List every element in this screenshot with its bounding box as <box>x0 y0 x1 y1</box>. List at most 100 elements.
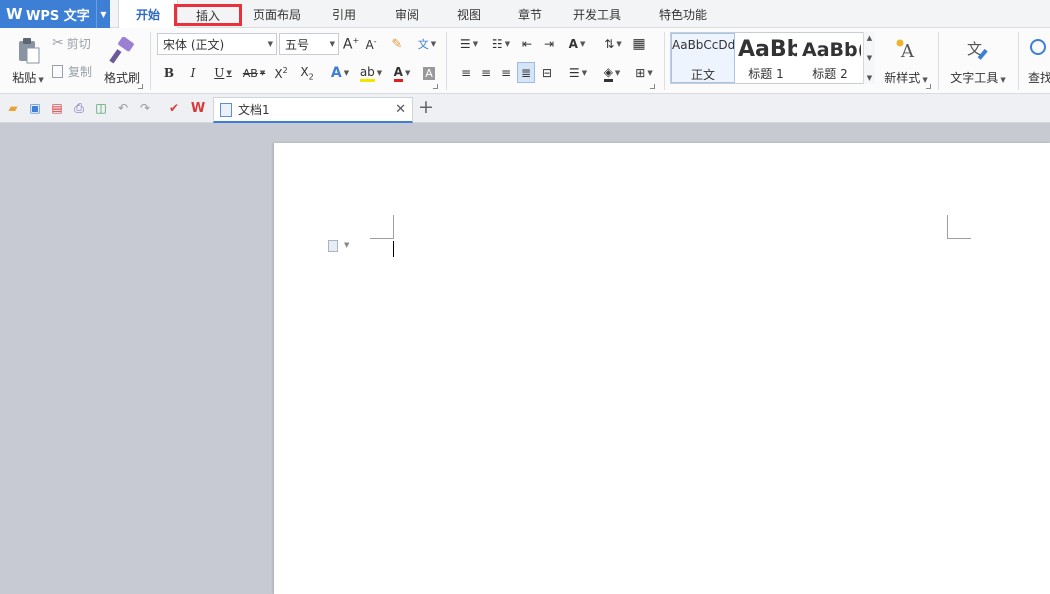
paragraph-dialog-launcher[interactable] <box>650 84 655 89</box>
scroll-up-icon[interactable]: ▲ <box>867 34 872 42</box>
strikethrough-button[interactable]: AB ▼ <box>240 63 268 83</box>
align-left-button[interactable]: ≡ <box>458 63 474 83</box>
document-workspace[interactable]: ▼ <box>0 123 1050 594</box>
find-icon <box>1030 38 1046 55</box>
save-icon[interactable]: ▣ <box>27 100 43 116</box>
clear-format-button[interactable]: ✎ <box>388 34 406 54</box>
close-icon[interactable]: ✕ <box>395 102 406 117</box>
format-painter-button[interactable]: 格式刷 <box>102 32 142 90</box>
tab-developer-tools[interactable]: 开发工具 <box>563 0 631 28</box>
align-right-icon: ≡ <box>500 66 512 80</box>
highlighter-icon: ab <box>359 65 375 82</box>
italic-button[interactable]: I <box>184 63 202 83</box>
new-style-label: 新样式 <box>884 70 921 85</box>
text-effect-button[interactable]: A ▼ <box>326 63 354 83</box>
underline-button[interactable]: U ▼ <box>208 63 238 83</box>
font-dialog-launcher[interactable] <box>433 84 438 89</box>
highlight-button[interactable]: ab ▼ <box>356 63 386 83</box>
new-style-button[interactable]: A 新样式 ▼ <box>878 32 934 90</box>
chinese-layout-button[interactable]: A ▼ <box>562 34 592 54</box>
text-cursor <box>393 241 394 257</box>
style-heading-2[interactable]: AaBb( 标题 2 <box>799 33 861 83</box>
app-menu-button[interactable]: W WPS 文字 ▼ <box>0 0 110 28</box>
sort-button[interactable]: ⇅ ▼ <box>600 34 626 54</box>
tab-home[interactable]: 开始 <box>118 0 178 29</box>
paste-button[interactable]: 粘贴 ▼ <box>8 32 48 90</box>
print-preview-icon[interactable]: ◫ <box>93 100 109 116</box>
cut-button[interactable]: ✂ 剪切 <box>52 34 100 52</box>
line-spacing-button[interactable]: ☰ ▼ <box>564 63 592 83</box>
text-tools-button[interactable]: 文 文字工具 ▼ <box>946 32 1010 90</box>
borders-icon: ⊞ <box>635 66 646 80</box>
tab-chapter[interactable]: 章节 <box>504 0 556 28</box>
align-right-button[interactable]: ≡ <box>498 63 514 83</box>
print-icon[interactable]: ⎙ <box>71 100 87 116</box>
shading-button[interactable]: ◈ ▼ <box>598 63 626 83</box>
bullet-list-button[interactable]: ☰ ▼ <box>454 34 484 54</box>
numbered-list-icon: ☷ <box>491 37 503 51</box>
font-color-button[interactable]: A ▼ <box>388 63 416 83</box>
ribbon-home: 粘贴 ▼ ✂ 剪切 复制 格式刷 宋体 (正文) ▼ 五号 ▼ A+ A- ✎ 文… <box>0 28 1050 94</box>
expand-gallery-icon[interactable]: ▼ <box>867 74 872 82</box>
table-button[interactable]: ▦ <box>630 34 648 54</box>
style-name: 正文 <box>690 68 715 82</box>
style-name: 标题 2 <box>812 67 848 81</box>
export-pdf-icon[interactable]: ▤ <box>49 100 65 116</box>
clipboard-dialog-launcher[interactable] <box>138 84 143 89</box>
italic-icon: I <box>190 66 196 80</box>
open-folder-icon[interactable]: ▰ <box>5 100 21 116</box>
tab-special-features[interactable]: 特色功能 <box>637 0 729 28</box>
justify-icon: ≣ <box>520 65 532 80</box>
wps-home-icon[interactable]: W <box>190 100 206 116</box>
paragraph-layout-dropdown-icon[interactable]: ▼ <box>344 241 349 249</box>
text-tools-icon: 文 <box>967 40 988 60</box>
find-button[interactable]: 查找 <box>1024 32 1050 90</box>
new-tab-icon[interactable]: + <box>418 96 434 118</box>
justify-button[interactable]: ≣ <box>517 62 535 83</box>
document-page[interactable]: ▼ <box>274 143 1050 594</box>
style-normal[interactable]: AaBbCcDd 正文 <box>671 33 735 83</box>
distributed-button[interactable]: ⊟ <box>538 63 556 83</box>
tab-references[interactable]: 引用 <box>318 0 370 28</box>
tab-review[interactable]: 审阅 <box>381 0 433 28</box>
font-name-select[interactable]: 宋体 (正文) ▼ <box>157 33 277 55</box>
paragraph-layout-icon[interactable] <box>328 240 338 252</box>
styles-gallery: AaBbCcDd 正文 AaBb 标题 1 AaBb( 标题 2 <box>670 32 866 84</box>
tab-insert[interactable]: 插入 <box>174 4 242 26</box>
scroll-down-icon[interactable]: ▼ <box>867 54 872 62</box>
grow-font-button[interactable]: A+ <box>342 34 360 54</box>
document-tab[interactable]: 文档1 ✕ <box>213 97 413 123</box>
divider <box>1018 32 1019 90</box>
redo-icon[interactable]: ↷ <box>137 100 153 116</box>
tab-view[interactable]: 视图 <box>443 0 495 28</box>
font-size-value: 五号 <box>285 37 310 52</box>
align-center-button[interactable]: ≡ <box>478 63 494 83</box>
shrink-font-button[interactable]: A- <box>362 34 380 54</box>
subscript-button[interactable]: X2 <box>298 63 316 83</box>
bold-button[interactable]: B <box>160 63 178 83</box>
margin-marker-top-left <box>370 238 394 239</box>
tab-page-layout[interactable]: 页面布局 <box>244 0 310 28</box>
superscript-icon: X2 <box>274 65 288 81</box>
font-name-dropdown-icon: ▼ <box>267 40 273 48</box>
decrease-indent-button[interactable]: ⇤ <box>518 34 536 54</box>
phonetic-guide-button[interactable]: 文 ▼ <box>412 34 442 54</box>
copy-button[interactable]: 复制 <box>52 62 100 80</box>
numbered-list-button[interactable]: ☷ ▼ <box>486 34 516 54</box>
styles-dialog-launcher[interactable] <box>926 84 931 89</box>
shrink-font-icon: A- <box>365 36 377 52</box>
styles-scrollbar[interactable]: ▲ ▼ ▼ <box>863 32 875 84</box>
strikethrough-icon: AB <box>242 66 258 80</box>
undo-icon[interactable]: ↶ <box>115 100 131 116</box>
borders-button[interactable]: ⊞ ▼ <box>630 63 658 83</box>
quick-access-toolbar: ▰ ▣ ▤ ⎙ ◫ ↶ ↷ ✔ W 文档1 ✕ + <box>0 94 1050 123</box>
increase-indent-button[interactable]: ⇥ <box>540 34 558 54</box>
char-shading-button[interactable]: A <box>420 63 438 83</box>
app-menu-chevron-icon[interactable]: ▼ <box>96 0 110 28</box>
style-heading-1[interactable]: AaBb 标题 1 <box>735 33 797 83</box>
superscript-button[interactable]: X2 <box>272 63 290 83</box>
style-sample: AaBb <box>738 37 797 62</box>
table-grid-icon: ▦ <box>632 36 646 52</box>
customize-toolbar-icon[interactable]: ✔ <box>166 100 182 116</box>
font-size-select[interactable]: 五号 ▼ <box>279 33 339 55</box>
